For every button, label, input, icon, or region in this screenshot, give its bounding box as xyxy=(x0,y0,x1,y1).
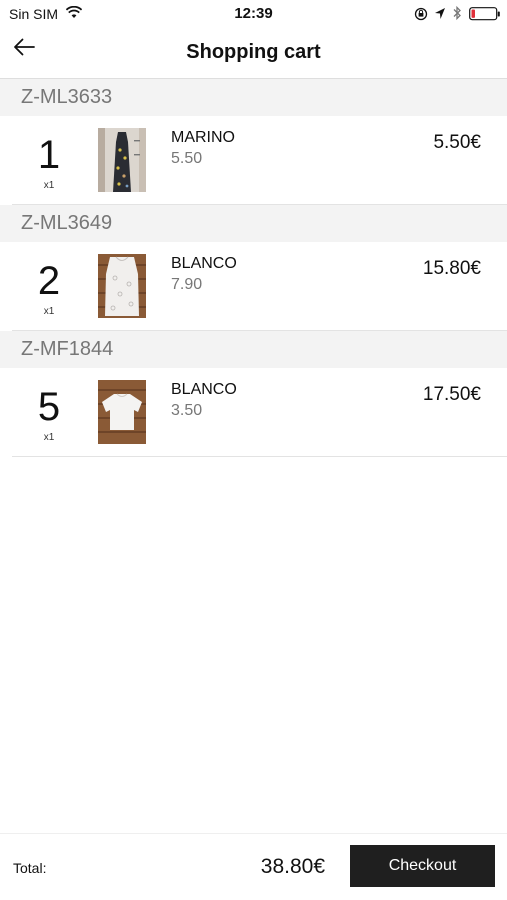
group-header: Z-ML3649 xyxy=(0,205,507,242)
cart-item-row[interactable]: 5 x1 BLANCO 3.50 17.50€ xyxy=(12,368,507,457)
product-thumbnail xyxy=(98,128,146,192)
product-thumbnail xyxy=(98,380,146,444)
item-color: BLANCO xyxy=(171,381,237,398)
nav-bar: Shopping cart xyxy=(0,28,507,79)
group-header: Z-ML3633 xyxy=(0,79,507,116)
cart-item-row[interactable]: 1 x1 MARINO 5.50 5.50€ xyxy=(12,116,507,205)
page-title: Shopping cart xyxy=(186,41,321,63)
item-quantity: 1 xyxy=(37,133,61,177)
orientation-lock-icon xyxy=(414,7,428,26)
status-time: 12:39 xyxy=(234,5,273,22)
location-arrow-icon xyxy=(434,7,446,25)
item-multiplier: x1 xyxy=(43,306,55,317)
item-unit-price: 7.90 xyxy=(171,276,203,293)
product-thumbnail xyxy=(98,254,146,318)
item-quantity: 2 xyxy=(37,259,61,303)
item-line-total: 15.80€ xyxy=(422,258,481,279)
cart-item-row[interactable]: 2 x1 BLANCO 7.90 15.80€ xyxy=(12,242,507,331)
item-color: MARINO xyxy=(171,129,235,146)
bluetooth-icon xyxy=(452,5,462,26)
item-line-total: 5.50€ xyxy=(433,132,481,153)
item-multiplier: x1 xyxy=(43,180,55,191)
group-header: Z-MF1844 xyxy=(0,331,507,368)
checkout-bar: Total: 38.80€ Checkout xyxy=(0,833,507,900)
checkout-button[interactable]: Checkout xyxy=(350,845,495,887)
item-unit-price: 3.50 xyxy=(171,402,203,419)
item-line-total: 17.50€ xyxy=(422,384,481,405)
item-quantity: 5 xyxy=(37,385,61,429)
battery-icon xyxy=(469,7,501,26)
total-amount: 38.80€ xyxy=(260,855,325,878)
cart-list: Z-ML3633 1 x1 MARINO 5.50 5.50€ Z-ML3649… xyxy=(0,79,507,457)
item-unit-price: 5.50 xyxy=(171,150,203,167)
total-label: Total: xyxy=(13,860,47,876)
item-multiplier: x1 xyxy=(43,432,55,443)
status-bar: Sin SIM 12:39 xyxy=(0,0,507,28)
item-color: BLANCO xyxy=(171,255,237,272)
